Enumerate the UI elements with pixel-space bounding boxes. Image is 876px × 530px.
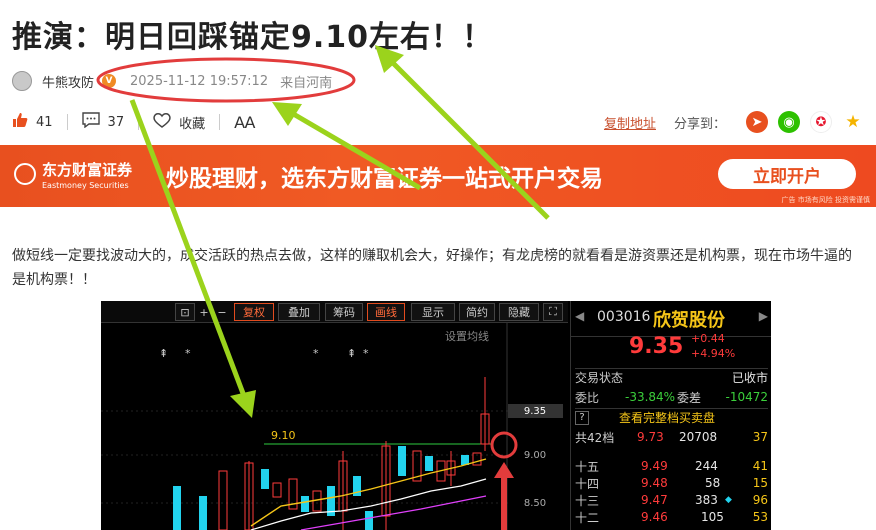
next-stock-icon[interactable]: ▶ [759, 309, 768, 323]
paper-plane-icon[interactable]: ➤ [746, 111, 768, 133]
copy-link[interactable]: 复制地址 [604, 113, 656, 132]
level-label: 十五 [575, 459, 600, 474]
svg-text:*: * [363, 347, 369, 360]
level-count: 96 [752, 493, 768, 507]
ad-note: 广告 市场有风险 投资需谨慎 [781, 196, 870, 204]
weicha-label: 委差 [677, 390, 702, 405]
level-vol: 383 [695, 493, 718, 507]
quote-panel: ◀ 003016 欣贺股份 ▶ 9.35 +0.44 +4.94% 交易状态 已… [570, 301, 771, 530]
like-count: 41 [36, 114, 53, 130]
ad-banner[interactable]: 东方财富证券 Eastmoney Securities 炒股理财，选东方财富证券… [0, 145, 876, 207]
page: 推演：明日回踩锚定9.10左右！！ 牛熊攻防 V 2025-11-12 19:5… [0, 0, 876, 530]
status-label: 交易状态 [575, 371, 624, 385]
font-size-button[interactable]: AA [234, 112, 255, 132]
publish-time: 2025-11-12 19:57:12 [130, 73, 269, 89]
favorite-label: 收藏 [179, 116, 206, 132]
comment-icon [81, 112, 100, 132]
level-vol: 58 [705, 476, 721, 490]
brand-mark-icon [14, 163, 36, 185]
level-row: 十四 9.48 58 15 [575, 474, 768, 492]
weibi-value: -33.84% [625, 390, 676, 404]
level-price: 9.47 [641, 493, 668, 507]
quote-header: ◀ 003016 欣贺股份 ▶ [571, 301, 771, 337]
price-change-pct: +4.94% [691, 347, 736, 360]
total-price: 9.73 [637, 430, 664, 444]
level-label: 十二 [575, 510, 600, 525]
svg-text:*: * [313, 347, 319, 360]
svg-text:*: * [185, 347, 191, 360]
level-label: 十三 [575, 493, 600, 508]
weibi-label: 委比 [575, 390, 600, 405]
divider [219, 114, 221, 130]
status-row: 交易状态 已收市 [575, 368, 768, 386]
level-count: 41 [752, 459, 768, 473]
brand-name-cn: 东方财富证券 [42, 161, 133, 179]
stock-code: 003016 [597, 309, 651, 325]
total-vol: 20708 [679, 430, 718, 444]
action-bar: 41 37 收藏 AA 复制地址 分享到： ➤ ◉ ✪ ★ [12, 110, 864, 134]
article-paragraph: 做短线一定要找波动大的，成交活跃的热点去做，这样的赚取机会大，好操作；有龙虎榜的… [12, 248, 852, 288]
verified-icon: V [102, 74, 117, 88]
diamond-icon: ◆ [725, 495, 732, 505]
divider [66, 114, 68, 130]
level-price: 9.49 [641, 459, 668, 473]
price-label-mid: 9.00 [524, 450, 546, 461]
level-row: 十二 9.46 105 53 [575, 508, 768, 526]
heart-icon [153, 112, 171, 132]
share-area: 复制地址 分享到： ➤ ◉ ✪ ★ [604, 111, 864, 133]
open-account-button[interactable]: 立即开户 [718, 159, 856, 189]
full-book-link[interactable]: 查看完整档买卖盘 [619, 409, 715, 426]
brand-logo: 东方财富证券 Eastmoney Securities [14, 159, 154, 195]
full-book-row[interactable]: ? 查看完整档买卖盘 [575, 408, 768, 426]
banner-slogan: 炒股理财，选东方财富证券一站式开户交易 [166, 166, 603, 192]
divider [138, 114, 140, 130]
total-label: 共42档 [575, 430, 615, 445]
avatar[interactable] [12, 71, 32, 91]
support-line-label: 9.10 [271, 429, 296, 442]
share-label: 分享到： [673, 116, 726, 132]
svg-text:⇞: ⇞ [159, 347, 168, 360]
level-price: 9.46 [641, 510, 668, 524]
favorite-button[interactable]: 收藏 [153, 112, 205, 132]
weibo-icon[interactable]: ✪ [810, 111, 832, 133]
article-title: 推演：明日回踩锚定9.10左右！！ [12, 20, 494, 55]
prev-stock-icon[interactable]: ◀ [575, 309, 584, 323]
level-count: 53 [752, 510, 768, 524]
font-size-label: AA [234, 112, 255, 132]
price-label-low: 8.50 [524, 498, 546, 509]
total-row: 共42档 9.73 20708 37 [575, 428, 768, 446]
help-icon[interactable]: ? [575, 410, 589, 425]
weibi-row: 委比 -33.84% 委差 -10472 [575, 388, 768, 406]
weicha-value: -10472 [725, 390, 768, 404]
level-row: 十五 9.49 244 41 [575, 457, 768, 475]
article-meta: 牛熊攻防 V 2025-11-12 19:57:12 来自河南 [12, 70, 332, 92]
author-name[interactable]: 牛熊攻防 [42, 72, 94, 91]
brand-name-en: Eastmoney Securities [42, 181, 129, 190]
level-vol: 105 [701, 510, 724, 524]
status-value: 已收市 [731, 371, 768, 385]
level-count: 15 [752, 476, 768, 490]
publish-location: 来自河南 [280, 75, 333, 91]
price-change: +0.44 [691, 332, 725, 345]
price-label-top: 9.35 [524, 406, 546, 417]
level-price: 9.48 [641, 476, 668, 490]
like-button[interactable]: 41 [12, 112, 53, 132]
wechat-icon[interactable]: ◉ [778, 111, 800, 133]
level-label: 十四 [575, 476, 600, 491]
svg-text:⇞: ⇞ [347, 347, 356, 360]
thumbs-up-icon [12, 112, 28, 132]
markers: ⇞ * * ⇞ * [159, 347, 369, 360]
comment-count: 37 [107, 114, 125, 130]
stock-price: 9.35 [629, 334, 684, 359]
qzone-icon[interactable]: ★ [842, 111, 864, 133]
level-row: 十三 9.47 383 ◆ 96 [575, 491, 768, 509]
stock-chart[interactable]: ⊡ + − 复权 叠加 筹码 画线 显示 简约 隐藏 ⛶ 设置均线 ⇞ * * ⇞ *… [101, 301, 771, 530]
stock-name: 欣贺股份 [653, 310, 725, 331]
total-count: 37 [752, 430, 768, 444]
level-vol: 244 [695, 459, 718, 473]
comment-button[interactable]: 37 [81, 112, 125, 132]
candles [173, 377, 490, 530]
kline-canvas: ⇞ * * ⇞ * 9.10 9.35 9.00 8.50 [101, 323, 563, 530]
